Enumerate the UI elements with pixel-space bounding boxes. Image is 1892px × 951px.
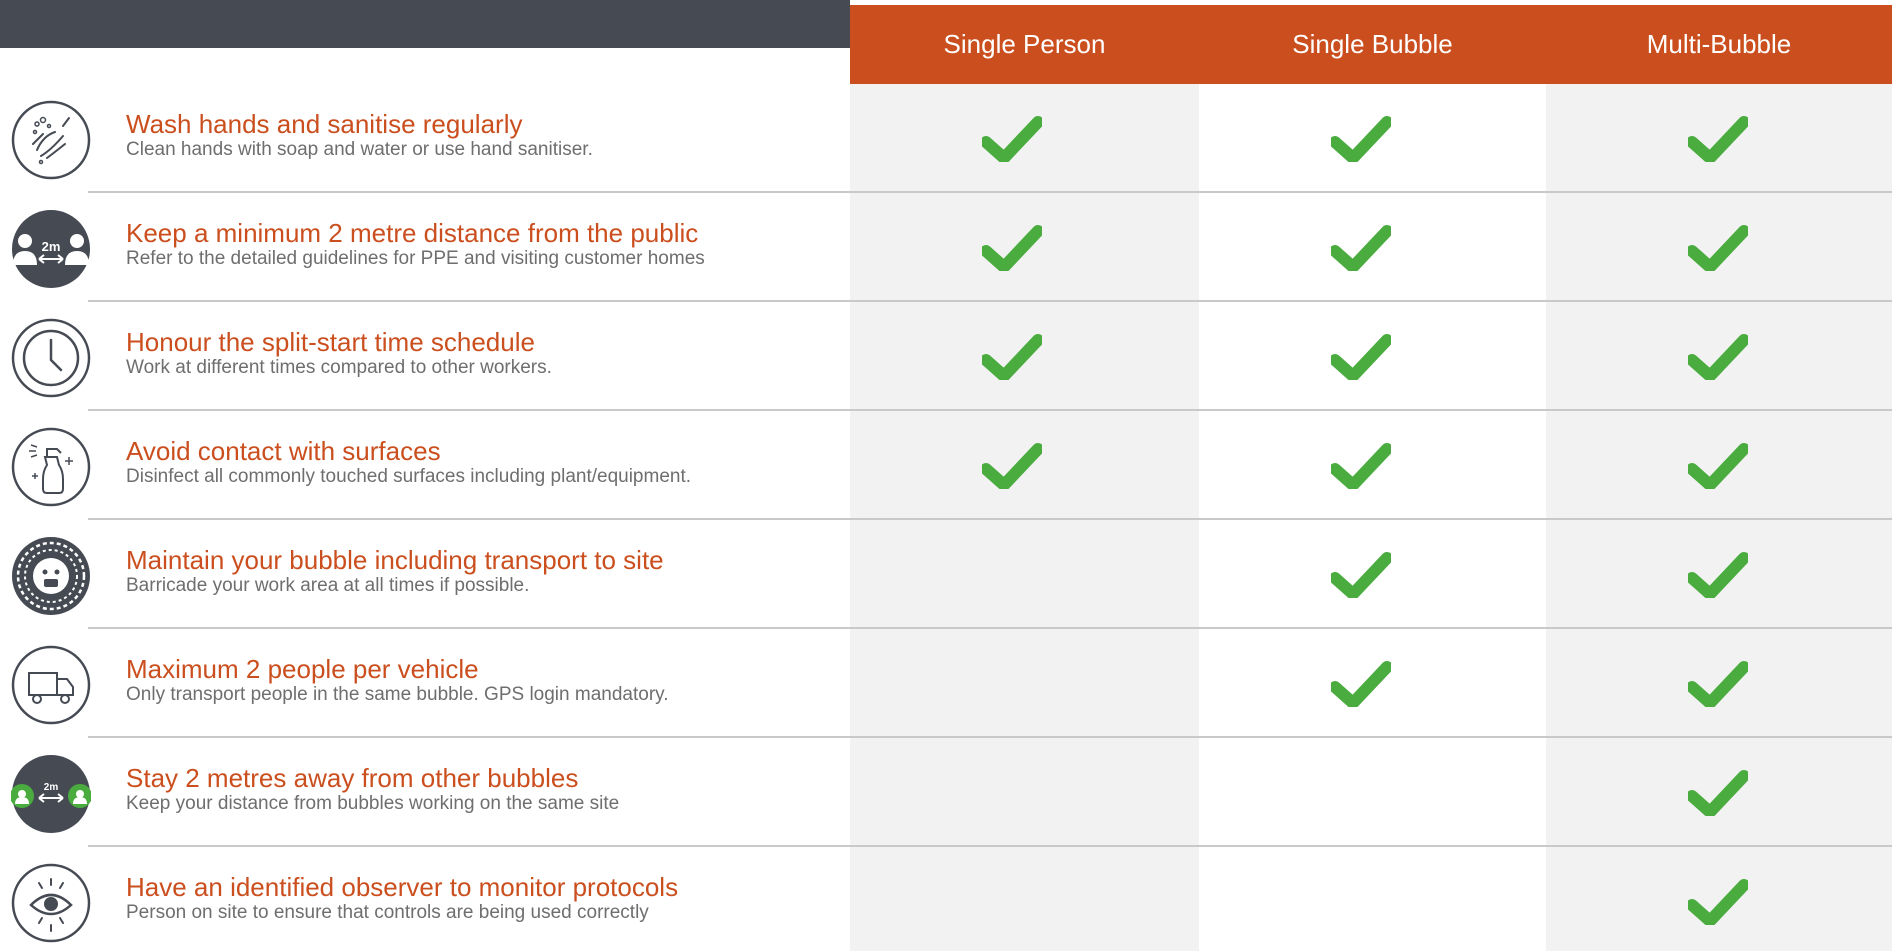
check-icon <box>1331 443 1391 489</box>
protocol-text: Wash hands and sanitise regularly Clean … <box>126 109 826 161</box>
column-header-row: Single Person Single Bubble Multi-Bubble <box>850 5 1892 84</box>
check-icon <box>1688 225 1748 271</box>
protocol-description: Person on site to ensure that controls a… <box>126 902 649 923</box>
protocol-text: Honour the split-start time schedule Wor… <box>126 327 826 379</box>
protocol-description: Disinfect all commonly touched surfaces … <box>126 466 692 487</box>
protocol-text: Maximum 2 people per vehicle Only transp… <box>126 654 826 706</box>
check-icon <box>982 443 1042 489</box>
header-single-person: Single Person <box>943 29 1106 59</box>
check-icon <box>1688 879 1748 925</box>
clock-icon <box>11 318 91 398</box>
protocol-row: Maximum 2 people per vehicle Only transp… <box>0 629 1892 738</box>
check-icon <box>1688 552 1748 598</box>
check-icon <box>1331 225 1391 271</box>
protocol-title: Have an identified observer to monitor p… <box>126 872 679 902</box>
check-icon <box>1688 661 1748 707</box>
protocol-title: Avoid contact with surfaces <box>126 436 441 466</box>
protocol-description: Refer to the detailed guidelines for PPE… <box>126 248 705 269</box>
check-icon <box>982 116 1042 162</box>
protocol-text: Maintain your bubble including transport… <box>126 545 826 597</box>
check-icon <box>982 334 1042 380</box>
protocol-description: Only transport people in the same bubble… <box>126 684 669 705</box>
distance-2m-icon: 2m <box>11 209 91 289</box>
top-dark-bar <box>0 0 850 48</box>
protocol-description: Work at different times compared to othe… <box>126 357 552 378</box>
protocol-description: Barricade your work area at all times if… <box>126 575 530 596</box>
protocol-row: Honour the split-start time schedule Wor… <box>0 302 1892 411</box>
protocol-row: Wash hands and sanitise regularly Clean … <box>0 84 1892 193</box>
header-single-bubble: Single Bubble <box>1292 29 1453 59</box>
protocol-text: Stay 2 metres away from other bubbles Ke… <box>126 763 826 815</box>
bubbles-distance-icon: 2m <box>11 754 91 834</box>
protocol-description: Keep your distance from bubbles working … <box>126 793 620 814</box>
protocol-row: Have an identified observer to monitor p… <box>0 847 1892 951</box>
truck-icon <box>11 645 91 725</box>
hand-wash-icon <box>11 100 91 180</box>
check-icon <box>1331 334 1391 380</box>
eye-icon <box>11 863 91 943</box>
check-icon <box>1688 770 1748 816</box>
header-multi-bubble: Multi-Bubble <box>1646 29 1792 59</box>
protocol-matrix: Single Person Single Bubble Multi-Bubble… <box>0 0 1892 951</box>
check-icon <box>1688 334 1748 380</box>
protocol-title: Maintain your bubble including transport… <box>126 545 664 575</box>
protocol-text: Avoid contact with surfaces Disinfect al… <box>126 436 826 488</box>
check-icon <box>1331 116 1391 162</box>
bubble-face-icon <box>11 536 91 616</box>
svg-text:2m: 2m <box>42 239 61 254</box>
protocol-title: Wash hands and sanitise regularly <box>126 109 523 139</box>
protocol-text: Keep a minimum 2 metre distance from the… <box>126 218 826 270</box>
spray-bottle-icon <box>11 427 91 507</box>
check-icon <box>982 225 1042 271</box>
protocol-title: Stay 2 metres away from other bubbles <box>126 763 579 793</box>
protocol-title: Honour the split-start time schedule <box>126 327 535 357</box>
protocol-row: 2m Keep a minimum 2 metre distance from … <box>0 193 1892 302</box>
protocol-title: Keep a minimum 2 metre distance from the… <box>126 218 699 248</box>
check-icon <box>1688 116 1748 162</box>
protocol-description: Clean hands with soap and water or use h… <box>126 139 593 160</box>
protocol-row: Avoid contact with surfaces Disinfect al… <box>0 411 1892 520</box>
check-icon <box>1688 443 1748 489</box>
check-icon <box>1331 661 1391 707</box>
svg-text:2m: 2m <box>44 782 59 793</box>
protocol-row: Maintain your bubble including transport… <box>0 520 1892 629</box>
protocol-row: 2m Stay 2 metres away from other bubbles… <box>0 738 1892 847</box>
protocol-title: Maximum 2 people per vehicle <box>126 654 479 684</box>
protocol-text: Have an identified observer to monitor p… <box>126 872 826 924</box>
check-icon <box>1331 552 1391 598</box>
